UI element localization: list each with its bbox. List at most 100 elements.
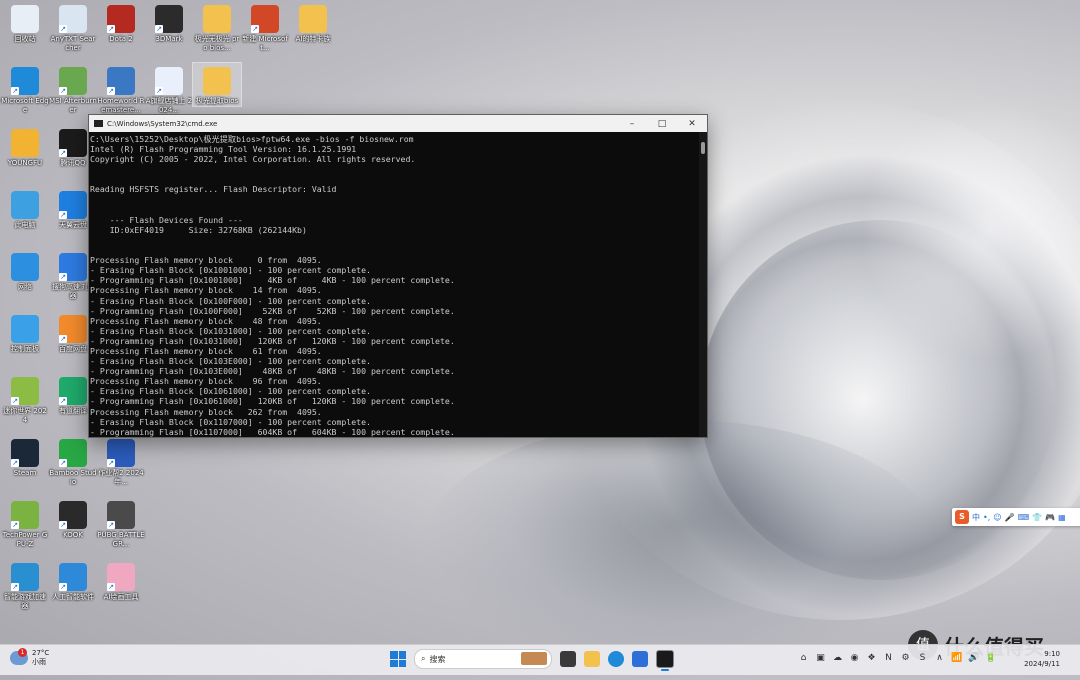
desktop-icon[interactable]: AI的特卡族 — [289, 1, 337, 44]
shortcut-arrow-icon: ↗ — [59, 149, 67, 157]
desktop-icon[interactable]: 极光提取bios — [192, 62, 242, 107]
ime-punctuation-icon[interactable]: •, — [983, 513, 990, 522]
cmd-titlebar[interactable]: C:\Windows\System32\cmd.exe – □ ✕ — [89, 115, 707, 132]
desktop-icon[interactable]: ↗ Homeworld Remastere... — [97, 63, 145, 115]
shortcut-arrow-icon: ↗ — [251, 25, 259, 33]
edge-icon[interactable] — [608, 651, 624, 667]
tray-icon[interactable]: ⚙ — [900, 653, 911, 664]
file-explorer-icon[interactable] — [584, 651, 600, 667]
app-icon: ↗ — [59, 439, 87, 467]
desktop-icon[interactable]: ↗ A旗舰店铺上 2024... — [145, 63, 193, 115]
desktop-icon-label: AnyTXT Searcher — [50, 35, 96, 52]
cmd-taskbar-icon[interactable] — [656, 650, 674, 671]
desktop-icon[interactable]: ↗ Dota 2 — [97, 1, 145, 44]
desktop-icon[interactable]: ↗ Microsoft Edge — [1, 63, 49, 115]
shortcut-arrow-icon: ↗ — [11, 459, 19, 467]
taskbar-search[interactable]: ⌕ 搜索 — [414, 649, 552, 669]
clock[interactable]: 9:10 2024/9/11 — [1024, 649, 1060, 669]
desktop-icon-label: 回收站 — [14, 35, 36, 43]
taskbar-center: ⌕ 搜索 — [390, 649, 674, 671]
desktop-icon-label: 人工智能软件 — [52, 593, 94, 601]
desktop-icon[interactable]: ↗ 迷你世界 2024 — [1, 373, 49, 425]
desktop-icon[interactable]: ↗ KOOK — [49, 497, 97, 540]
tray-icon[interactable]: ❖ — [866, 653, 877, 664]
tray-icon[interactable]: 🔋 — [985, 653, 996, 664]
ime-toolbox-icon[interactable]: ▦ — [1058, 513, 1066, 522]
scrollbar-thumb[interactable] — [701, 142, 705, 154]
app-icon: ↗ — [107, 563, 135, 591]
ime-toolbar[interactable]: S 中 •, ☺ 🎤 ⌨ 👕 🎮 ▦ — [952, 508, 1080, 526]
weather-widget[interactable]: 1 27°C 小雨 — [10, 648, 49, 667]
desktop-icon[interactable]: ↗ 新建 Microsoft... — [241, 1, 289, 53]
tray-icon[interactable]: ◉ — [849, 653, 860, 664]
desktop-icon[interactable]: ↗ Steam — [1, 435, 49, 478]
close-button[interactable]: ✕ — [677, 119, 707, 129]
tray-icon[interactable]: 🔊 — [968, 653, 979, 664]
desktop-icon[interactable]: ↗ AI绘画工具 — [97, 559, 145, 602]
search-icon: ⌕ — [421, 654, 426, 663]
weather-cloud-icon: 1 — [10, 648, 28, 665]
tray-icon[interactable]: 📶 — [951, 653, 962, 664]
tray-icon[interactable]: ∧ — [934, 653, 945, 664]
desktop-icon[interactable]: YOUNGFU — [1, 125, 49, 168]
app-icon: ↗ — [11, 67, 39, 95]
app-icon: ↗ — [251, 5, 279, 33]
tray-icon[interactable]: ☁ — [832, 653, 843, 664]
tray-icon[interactable]: S — [917, 653, 928, 664]
desktop-icon-label: AI的特卡族 — [295, 35, 331, 43]
shortcut-arrow-icon: ↗ — [59, 25, 67, 33]
desktop-icon[interactable]: ↗ 作业帮2 2024年... — [97, 435, 145, 487]
desktop-icon[interactable]: ↗ TechPower GPU-Z — [1, 497, 49, 549]
shortcut-arrow-icon: ↗ — [59, 459, 67, 467]
desktop-icon[interactable]: 网络 — [1, 249, 49, 292]
shortcut-arrow-icon: ↗ — [107, 87, 115, 95]
search-highlight-image — [521, 652, 547, 665]
desktop-icon[interactable]: ↗ 3DMark — [145, 1, 193, 44]
desktop-icon[interactable]: ↗ Bamboo Studio — [49, 435, 97, 487]
shortcut-arrow-icon: ↗ — [59, 397, 67, 405]
desktop-icon[interactable]: 此电脑 — [1, 187, 49, 230]
desktop-icon[interactable]: 控制面板 — [1, 311, 49, 354]
desktop-icon-label: 智能游戏加速器 — [4, 593, 46, 610]
ime-emoji-icon[interactable]: ☺ — [993, 513, 1001, 522]
app-icon: ↗ — [59, 5, 87, 33]
minimize-button[interactable]: – — [617, 119, 647, 129]
cmd-window[interactable]: C:\Windows\System32\cmd.exe – □ ✕ C:\Use… — [88, 114, 708, 438]
tray-icon[interactable]: ▣ — [815, 653, 826, 664]
app-icon: ↗ — [59, 191, 87, 219]
ime-language-toggle[interactable]: 中 — [972, 512, 980, 523]
desktop-icon[interactable]: ↗ AnyTXT Searcher — [49, 1, 97, 53]
wallpaper-swirl — [420, 420, 940, 680]
desktop-icon-label: YOUNGFU — [7, 159, 43, 167]
desktop-icon[interactable]: ↗ MSI Afterburner — [49, 63, 97, 115]
app-icon: ↗ — [59, 129, 87, 157]
app-icon: ↗ — [59, 377, 87, 405]
app-icon: ↗ — [11, 439, 39, 467]
clock-date: 2024/9/11 — [1024, 660, 1060, 668]
desktop-icon[interactable]: ↗ PUBG BATTLEGR... — [97, 497, 145, 549]
cmd-window-title: C:\Windows\System32\cmd.exe — [107, 119, 218, 128]
system-tray: ⌂ ▣ ☁ ◉ ❖ N ⚙ S ∧ 📶 🔊 🔋 — [798, 653, 997, 664]
desktop-icon[interactable]: ↗ 智能游戏加速器 — [1, 559, 49, 611]
desktop-icon-label: 控制面板 — [11, 345, 39, 353]
task-view-icon[interactable] — [560, 651, 576, 667]
ime-game-icon[interactable]: 🎮 — [1045, 513, 1055, 522]
sogou-logo-icon[interactable]: S — [955, 510, 969, 524]
shortcut-arrow-icon: ↗ — [11, 87, 19, 95]
desktop-icon[interactable]: ↗ 人工智能软件 — [49, 559, 97, 602]
start-button[interactable] — [390, 651, 406, 667]
app-icon — [11, 129, 39, 157]
tray-icon[interactable]: ⌂ — [798, 653, 809, 664]
ime-keyboard-icon[interactable]: ⌨ — [1018, 513, 1030, 522]
maximize-button[interactable]: □ — [647, 119, 677, 129]
console-scrollbar[interactable] — [699, 132, 707, 437]
console-output[interactable]: C:\Users\15252\Desktop\极光提取bios>fptw64.e… — [89, 132, 699, 437]
app-icon: ↗ — [59, 253, 87, 281]
store-icon[interactable] — [632, 651, 648, 667]
ime-skin-icon[interactable]: 👕 — [1032, 513, 1042, 522]
tray-icon[interactable]: N — [883, 653, 894, 664]
desktop-icon[interactable]: 回收站 — [1, 1, 49, 44]
desktop-icon[interactable]: 极光无极光 pro bios... — [193, 1, 241, 53]
weather-alert-badge: 1 — [18, 648, 27, 657]
ime-voice-icon[interactable]: 🎤 — [1005, 513, 1015, 522]
